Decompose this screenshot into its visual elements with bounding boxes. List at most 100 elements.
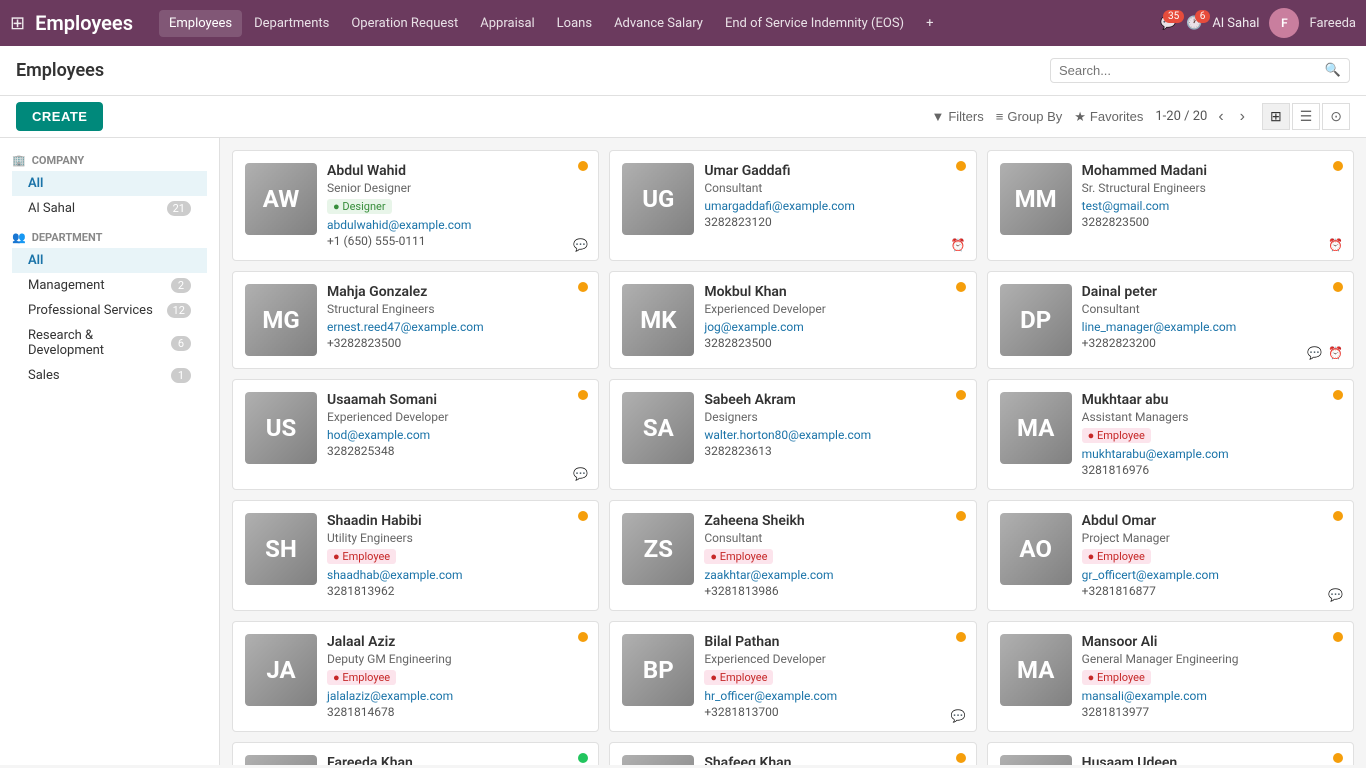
status-dot bbox=[578, 753, 588, 763]
employee-card[interactable]: MG Mahja Gonzalez Structural Engineers e… bbox=[232, 271, 599, 369]
pager-prev[interactable]: ‹ bbox=[1213, 106, 1228, 128]
avatar-name: Fareeda bbox=[1309, 16, 1356, 31]
employee-info: Mukhtaar abu Assistant Managers ● Employ… bbox=[1082, 392, 1341, 477]
grid-view-button[interactable]: ⊞ bbox=[1262, 103, 1290, 130]
clock-view-button[interactable]: ⊙ bbox=[1322, 103, 1350, 130]
employee-email: mansali@example.com bbox=[1082, 689, 1341, 703]
groupby-button[interactable]: ≡ Group By bbox=[996, 109, 1063, 124]
employee-card[interactable]: JA Jalaal Aziz Deputy GM Engineering ● E… bbox=[232, 621, 599, 732]
nav-eos[interactable]: End of Service Indemnity (EOS) bbox=[715, 10, 914, 37]
activity-badge: 6 bbox=[1195, 10, 1211, 23]
clock-icon bbox=[951, 238, 966, 252]
nav-employees[interactable]: Employees bbox=[159, 10, 242, 37]
employee-card[interactable]: AW Abdul Wahid Senior Designer ● Designe… bbox=[232, 150, 599, 261]
employee-card[interactable]: SK Shafeeq Khan Experienced Developer bbox=[609, 742, 976, 765]
employee-info: Mohammed Madani Sr. Structural Engineers… bbox=[1082, 163, 1341, 248]
sidebar-label: Management bbox=[28, 278, 105, 293]
employee-name: Shaadin Habibi bbox=[327, 513, 586, 529]
employee-job: Consultant bbox=[704, 181, 963, 195]
employee-job: Senior Designer bbox=[327, 181, 586, 195]
sidebar-item-company-all[interactable]: All bbox=[12, 171, 207, 196]
card-footer bbox=[951, 238, 966, 252]
employee-phone: +3281813700 bbox=[704, 705, 963, 719]
filters-button[interactable]: ▼ Filters bbox=[931, 109, 983, 124]
brand-title: Employees bbox=[35, 11, 133, 35]
employee-job: Project Manager bbox=[1082, 531, 1341, 545]
employee-card[interactable]: MM Mohammed Madani Sr. Structural Engine… bbox=[987, 150, 1354, 261]
nav-loans[interactable]: Loans bbox=[547, 10, 602, 37]
card-footer bbox=[573, 467, 588, 481]
pager-next[interactable]: › bbox=[1235, 106, 1250, 128]
employee-card[interactable]: BP Bilal Pathan Experienced Developer ● … bbox=[609, 621, 976, 732]
employee-card[interactable]: ZS Zaheena Sheikh Consultant ● Employee … bbox=[609, 500, 976, 611]
status-dot bbox=[1333, 282, 1343, 292]
employee-card[interactable]: UG Umar Gaddafi Consultant umargaddafi@e… bbox=[609, 150, 976, 261]
sidebar-item-dept-all[interactable]: All bbox=[12, 248, 207, 273]
employee-card[interactable]: MK Mokbul Khan Experienced Developer jog… bbox=[609, 271, 976, 369]
toolbar-right: ▼ Filters ≡ Group By ★ Favorites 1-20 / … bbox=[931, 103, 1350, 130]
card-footer bbox=[1307, 346, 1343, 360]
list-view-button[interactable]: ☰ bbox=[1292, 103, 1321, 130]
employee-info: Abdul Wahid Senior Designer ● Designer a… bbox=[327, 163, 586, 248]
employee-photo: MK bbox=[622, 284, 694, 356]
avatar[interactable]: F bbox=[1269, 8, 1299, 38]
employee-info: Zaheena Sheikh Consultant ● Employee zaa… bbox=[704, 513, 963, 598]
employee-job: Sr. Structural Engineers bbox=[1082, 181, 1341, 195]
employee-photo: MG bbox=[245, 284, 317, 356]
app-grid-icon[interactable]: ⊞ bbox=[10, 13, 25, 34]
favorites-button[interactable]: ★ Favorites bbox=[1074, 109, 1143, 125]
chat-icon bbox=[573, 467, 588, 481]
card-footer bbox=[951, 709, 966, 723]
nav-plus[interactable]: + bbox=[916, 10, 943, 37]
employee-card[interactable]: SA Sabeeh Akram Designers walter.horton8… bbox=[609, 379, 976, 490]
company-section: 🏢 COMPANY All Al Sahal 21 bbox=[0, 148, 219, 225]
sub-header: Employees 🔍 bbox=[0, 46, 1366, 96]
status-dot bbox=[578, 282, 588, 292]
employee-phone: 3282823500 bbox=[704, 336, 963, 350]
employee-tag: ● Employee bbox=[704, 549, 773, 564]
employee-email: hod@example.com bbox=[327, 428, 586, 442]
status-dot bbox=[956, 753, 966, 763]
sidebar-item-management[interactable]: Management 2 bbox=[12, 273, 207, 298]
employee-card[interactable]: HU Husaam Udeen bbox=[987, 742, 1354, 765]
employee-email: test@gmail.com bbox=[1082, 199, 1341, 213]
nav-departments[interactable]: Departments bbox=[244, 10, 339, 37]
employee-phone: +3282823200 bbox=[1082, 336, 1341, 350]
create-button[interactable]: CREATE bbox=[16, 102, 103, 131]
activity-button[interactable]: 🕐6 bbox=[1186, 16, 1202, 31]
employee-card[interactable]: MA Mansoor Ali General Manager Engineeri… bbox=[987, 621, 1354, 732]
messages-button[interactable]: 💬35 bbox=[1160, 16, 1176, 31]
employee-tag: ● Employee bbox=[1082, 549, 1151, 564]
employee-tag: ● Employee bbox=[327, 670, 396, 685]
employee-card[interactable]: US Usaamah Somani Experienced Developer … bbox=[232, 379, 599, 490]
sidebar-count: 12 bbox=[167, 303, 191, 318]
nav-advance-salary[interactable]: Advance Salary bbox=[604, 10, 713, 37]
employee-info: Mokbul Khan Experienced Developer jog@ex… bbox=[704, 284, 963, 356]
employee-job: Consultant bbox=[1082, 302, 1341, 316]
sidebar-item-sales[interactable]: Sales 1 bbox=[12, 363, 207, 388]
employee-name: Jalaal Aziz bbox=[327, 634, 586, 650]
employee-card[interactable]: FK Fareeda Khan Chief Technical Officer bbox=[232, 742, 599, 765]
employee-info: Dainal peter Consultant line_manager@exa… bbox=[1082, 284, 1341, 356]
employee-phone: 3282823120 bbox=[704, 215, 963, 229]
user-name: Al Sahal bbox=[1212, 16, 1259, 31]
nav-appraisal[interactable]: Appraisal bbox=[470, 10, 544, 37]
employee-card[interactable]: DP Dainal peter Consultant line_manager@… bbox=[987, 271, 1354, 369]
search-input[interactable] bbox=[1059, 63, 1325, 78]
employee-email: zaakhtar@example.com bbox=[704, 568, 963, 582]
employee-photo: US bbox=[245, 392, 317, 464]
employee-name: Mansoor Ali bbox=[1082, 634, 1341, 650]
employee-card[interactable]: AO Abdul Omar Project Manager ● Employee… bbox=[987, 500, 1354, 611]
sidebar-item-al-sahal[interactable]: Al Sahal 21 bbox=[12, 196, 207, 221]
sidebar-item-research-development[interactable]: Research & Development 6 bbox=[12, 323, 207, 363]
nav-operation-request[interactable]: Operation Request bbox=[341, 10, 468, 37]
employee-card[interactable]: SH Shaadin Habibi Utility Engineers ● Em… bbox=[232, 500, 599, 611]
employee-tag: ● Employee bbox=[327, 549, 396, 564]
sidebar-label: All bbox=[28, 176, 43, 191]
employee-card[interactable]: MA Mukhtaar abu Assistant Managers ● Emp… bbox=[987, 379, 1354, 490]
card-footer bbox=[1328, 238, 1343, 252]
sidebar-item-professional-services[interactable]: Professional Services 12 bbox=[12, 298, 207, 323]
employee-phone: 3281813962 bbox=[327, 584, 586, 598]
employee-photo: SH bbox=[245, 513, 317, 585]
employee-name: Abdul Omar bbox=[1082, 513, 1341, 529]
